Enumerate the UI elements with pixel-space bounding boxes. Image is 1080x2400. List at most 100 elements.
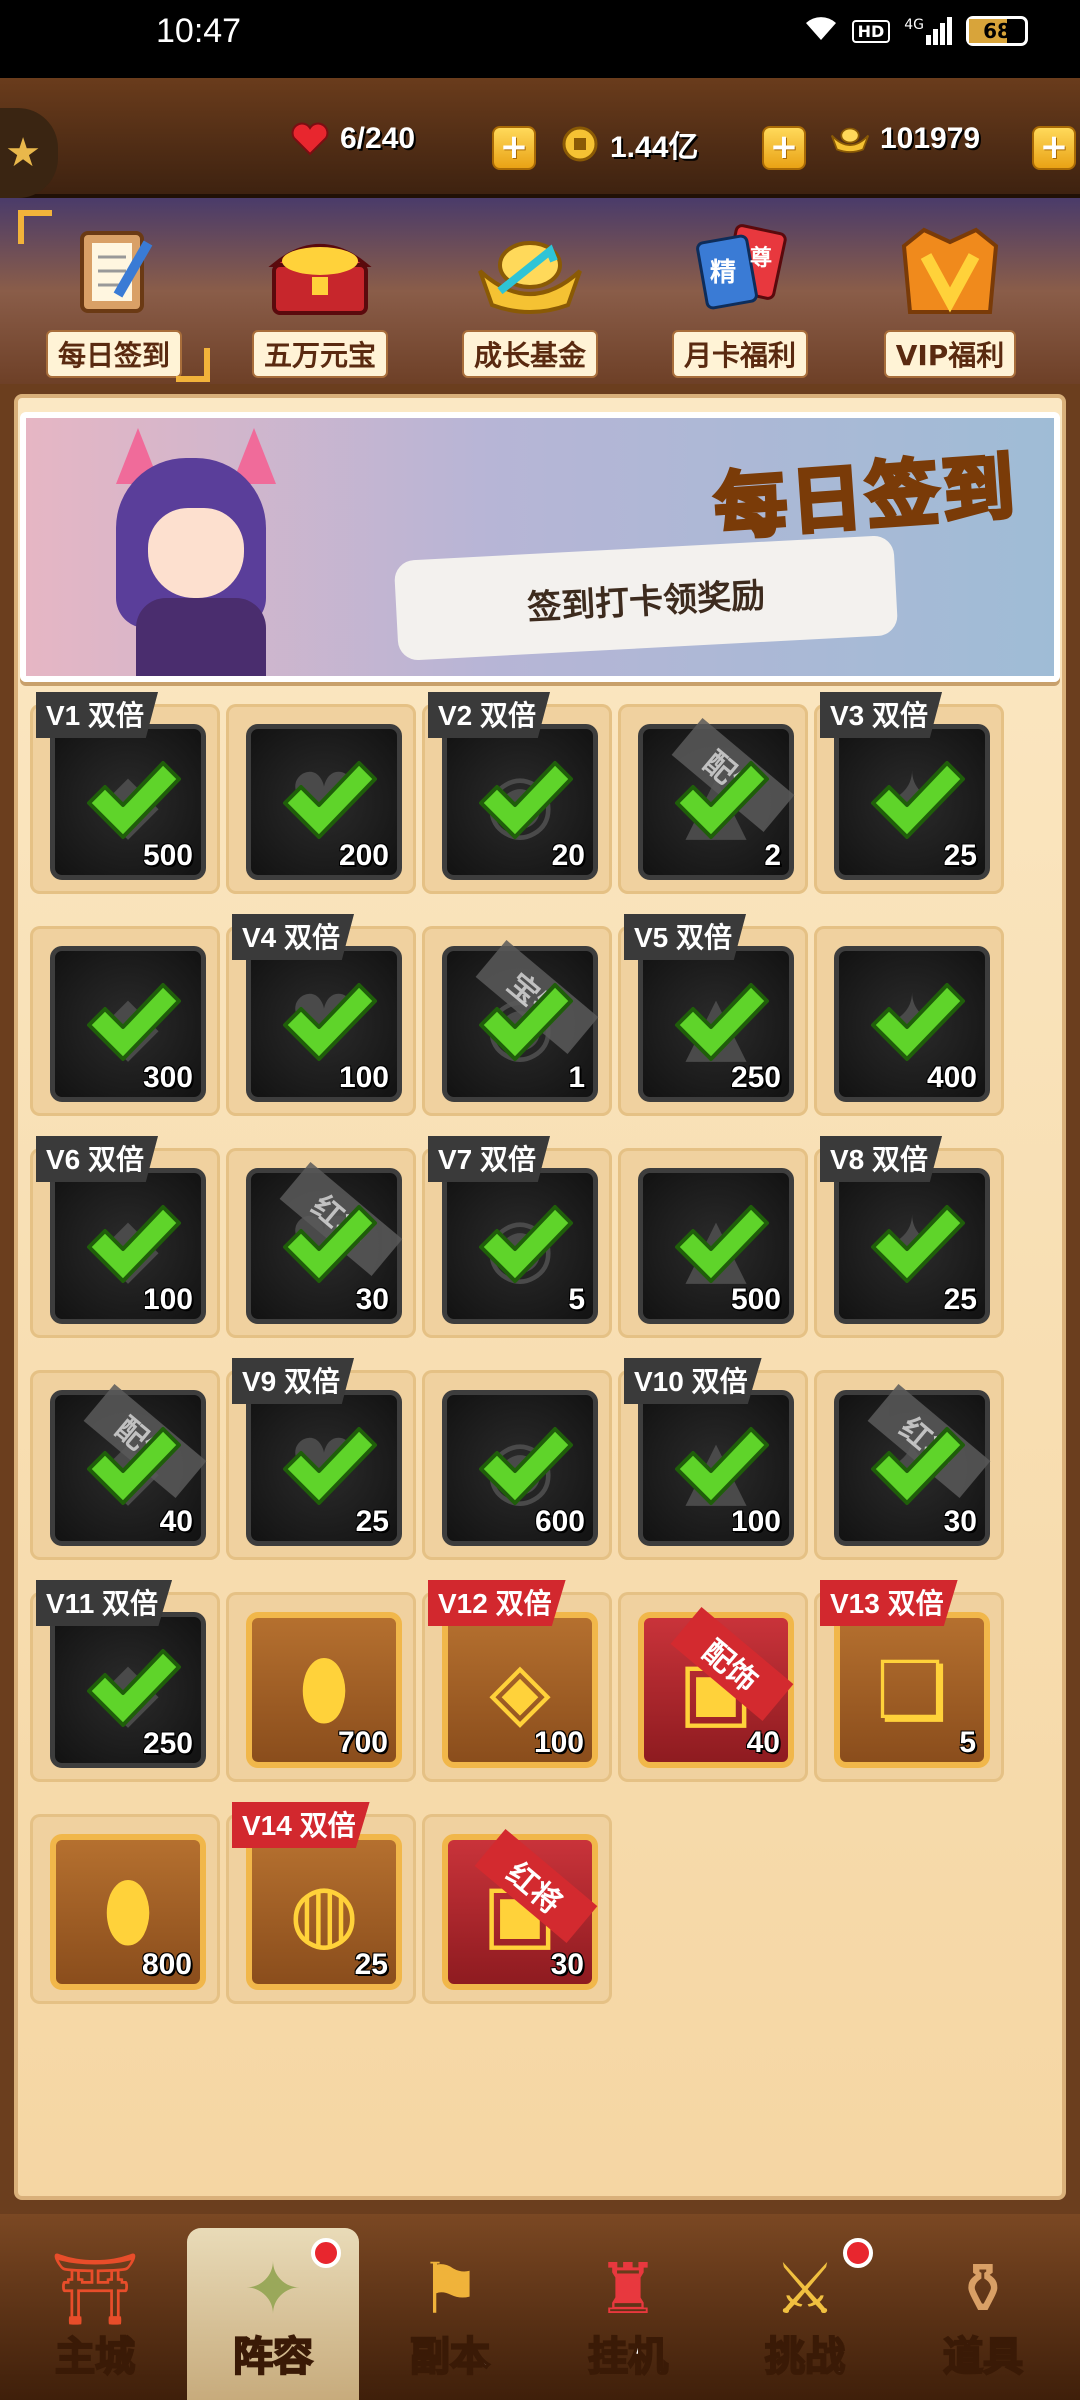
reward-quantity: 300 (142, 1061, 193, 1094)
notification-dot (311, 2238, 341, 2268)
tab-50k-ingots[interactable]: 五万元宝 (230, 216, 410, 378)
reward-cell-day-9[interactable]: ▲250V5 双倍 (618, 914, 808, 1116)
wifi-icon (804, 14, 838, 48)
treasure-chest-icon (255, 216, 385, 326)
reward-cell-day-10[interactable]: ✦400 (814, 926, 1004, 1116)
nav-item-lineup[interactable]: ✦ 阵容 (187, 2228, 359, 2400)
signal-icon: 4G (904, 17, 952, 45)
reward-quantity: 30 (943, 1505, 977, 1538)
banner-title: 每日签到 (710, 442, 1023, 551)
reward-cell-day-11[interactable]: ◆100V6 双倍 (30, 1136, 220, 1338)
reward-cell-day-14[interactable]: ▲500 (618, 1148, 808, 1338)
game-logo-icon[interactable]: ★ (0, 108, 58, 198)
reward-item: ◉20 (442, 724, 598, 880)
reward-cell-day-2[interactable]: ♥200 (226, 704, 416, 894)
reward-cell-day-25[interactable]: ❏ 5 V13 双倍 (814, 1580, 1004, 1782)
reward-cell-day-28[interactable]: ▣ 红将 30 (422, 1814, 612, 2004)
reward-item: ◆100 (50, 1168, 206, 1324)
reward-cell-day-8[interactable]: ◉宝物1 (422, 926, 612, 1116)
add-coin-button[interactable]: + (762, 126, 806, 170)
battery-icon: 68 (966, 16, 1028, 46)
reward-cell-day-1[interactable]: ◆500V1 双倍 (30, 692, 220, 894)
reward-quantity: 25 (355, 1505, 389, 1538)
ingot-value: 101979 (880, 122, 981, 155)
reward-cell-day-24[interactable]: ▣ 配饰 40 (618, 1592, 808, 1782)
notification-dot (843, 2238, 873, 2268)
status-time: 10:47 (156, 12, 242, 50)
reward-quantity: 400 (926, 1061, 977, 1094)
claimed-check-icon (87, 1649, 181, 1727)
reward-quantity: 40 (159, 1505, 193, 1538)
claimed-check-icon (479, 1427, 573, 1505)
vip-double-tag: V13 双倍 (820, 1580, 958, 1626)
reward-cell-day-3[interactable]: ◉20V2 双倍 (422, 692, 612, 894)
nav-item-dungeon[interactable]: ⚑ 副本 (364, 2228, 536, 2400)
reward-cell-day-23[interactable]: ◈ 100 V12 双倍 (422, 1580, 612, 1782)
reward-item: ♥100 (246, 946, 402, 1102)
reward-quantity: 20 (551, 839, 585, 872)
tab-label: 月卡福利 (671, 330, 808, 378)
reward-item: ❏ 5 (834, 1612, 990, 1768)
add-ingot-button[interactable]: + (1032, 126, 1076, 170)
reward-item: ◆250 (50, 1612, 206, 1768)
tab-vip-welfare[interactable]: VIP福利 (860, 216, 1040, 378)
reward-cell-day-20[interactable]: ✦红将30 (814, 1370, 1004, 1560)
tab-growth-fund[interactable]: 成长基金 (440, 216, 620, 378)
reward-item: ▲500 (638, 1168, 794, 1324)
tab-month-card[interactable]: 精尊 月卡福利 (650, 216, 830, 378)
vip-crown-icon (885, 216, 1015, 326)
ingot-counter: 101979 (830, 122, 980, 156)
claimed-check-icon (87, 1427, 181, 1505)
claimed-check-icon (871, 1427, 965, 1505)
reward-quantity: 700 (337, 1726, 388, 1759)
reward-cell-day-4[interactable]: ▲配饰2 (618, 704, 808, 894)
sign-in-banner: 每日签到 签到打卡领奖励 (20, 412, 1060, 682)
vip-double-tag: V14 双倍 (232, 1802, 370, 1848)
nav-item-challenge[interactable]: ⚔ 挑战 (719, 2228, 891, 2400)
reward-quantity: 40 (746, 1726, 780, 1759)
reward-item: ▲100 (638, 1390, 794, 1546)
reward-cell-day-15[interactable]: ✦25V8 双倍 (814, 1136, 1004, 1338)
add-stamina-button[interactable]: + (492, 126, 536, 170)
reward-cell-day-5[interactable]: ✦25V3 双倍 (814, 692, 1004, 894)
nav-item-city-gate[interactable]: ⛩ 主城 (9, 2228, 181, 2400)
reward-cell-day-6[interactable]: ◆300 (30, 926, 220, 1116)
reward-cell-day-22[interactable]: ⬮ 700 (226, 1592, 416, 1782)
tab-label: 五万元宝 (251, 330, 388, 378)
reward-cell-day-12[interactable]: ♥红将30 (226, 1148, 416, 1338)
vip-double-tag: V3 双倍 (820, 692, 943, 738)
sign-in-panel: 每日签到 签到打卡领奖励 ◆500V1 双倍♥200◉20V2 双倍▲配饰2✦2… (0, 384, 1080, 2214)
reward-cell-day-17[interactable]: ♥25V9 双倍 (226, 1358, 416, 1560)
reward-item: ◉5 (442, 1168, 598, 1324)
reward-cell-day-21[interactable]: ◆250V11 双倍 (30, 1580, 220, 1782)
vip-double-tag: V5 双倍 (624, 914, 747, 960)
reward-quantity: 1 (568, 1061, 585, 1094)
claimed-check-icon (871, 761, 965, 839)
reward-item: ◉宝物1 (442, 940, 599, 1102)
status-icons: HD 4G 68 (804, 14, 1028, 48)
reward-quantity: 100 (338, 1061, 389, 1094)
reward-quantity: 600 (534, 1505, 585, 1538)
reward-quantity: 500 (730, 1283, 781, 1316)
tab-daily-sign-in[interactable]: 每日签到 (18, 210, 210, 382)
claimed-check-icon (283, 761, 377, 839)
reward-cell-day-18[interactable]: ◉600 (422, 1370, 612, 1560)
tab-label: 每日签到 (45, 330, 182, 378)
nav-item-items[interactable]: ⚱ 道具 (897, 2228, 1069, 2400)
vip-double-tag: V10 双倍 (624, 1358, 762, 1404)
coin-icon (560, 126, 600, 162)
reward-quantity: 30 (550, 1948, 584, 1981)
nav-item-idle-bag[interactable]: ♜ 挂机 (542, 2228, 714, 2400)
reward-cell-day-27[interactable]: ◍ 25 V14 双倍 (226, 1802, 416, 2004)
reward-cell-day-7[interactable]: ♥100V4 双倍 (226, 914, 416, 1116)
reward-item: ▣ 红将 30 (442, 1829, 598, 1990)
ingot-icon (830, 122, 870, 156)
reward-cell-day-13[interactable]: ◉5V7 双倍 (422, 1136, 612, 1338)
nav-label: 主城 (54, 2333, 136, 2381)
reward-quantity: 100 (533, 1726, 584, 1759)
svg-text:尊: 尊 (750, 245, 772, 271)
reward-cell-day-16[interactable]: ◆配饰40 (30, 1370, 220, 1560)
reward-cell-day-19[interactable]: ▲100V10 双倍 (618, 1358, 808, 1560)
reward-cell-day-26[interactable]: ⬮ 800 (30, 1814, 220, 2004)
reward-item: ▲250 (638, 946, 794, 1102)
